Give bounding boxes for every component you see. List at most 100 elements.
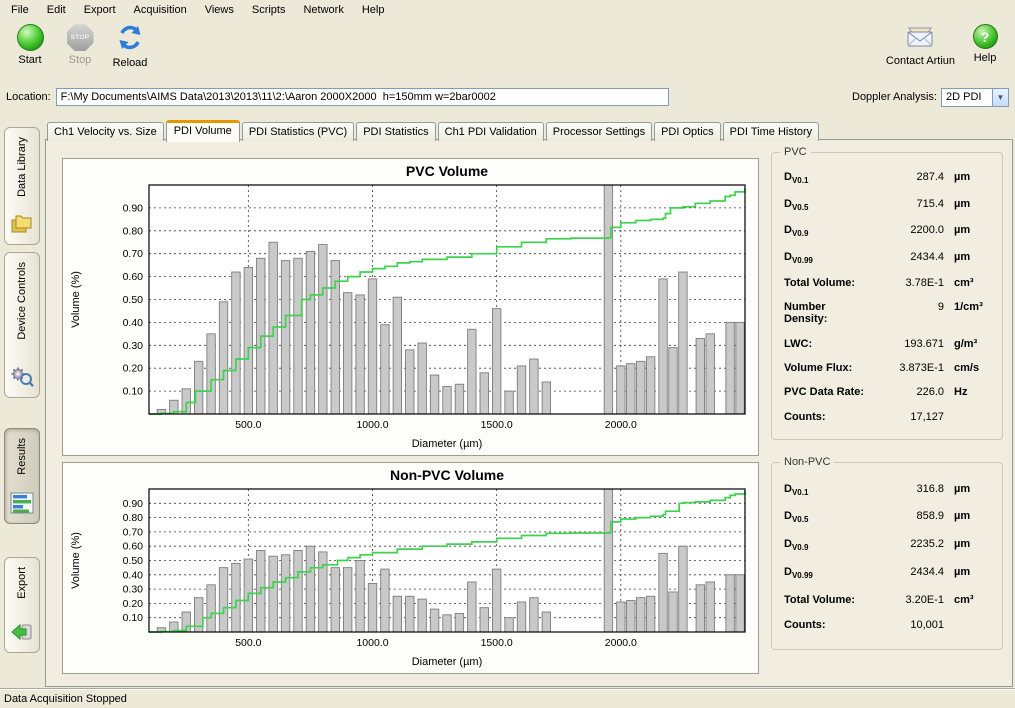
help-label: Help [974,52,997,64]
sidebar-item-device-controls[interactable]: Device Controls [4,252,40,398]
stat-row: DV0.5858.9µm [784,510,994,524]
stat-value: 3.78E-1 [872,277,944,289]
stat-unit: cm/s [944,362,994,374]
stat-row: Volume Flux:3.873E-1cm/s [784,362,994,374]
reload-icon [116,24,144,54]
stat-unit: µm [944,198,994,210]
tab-pdi-statistics[interactable]: PDI Statistics [356,122,435,141]
svg-text:Volume (%): Volume (%) [70,532,82,589]
svg-text:Volume (%): Volume (%) [70,271,82,328]
svg-text:1500.0: 1500.0 [481,419,513,431]
menu-item-help[interactable]: Help [353,2,394,18]
help-icon: ? [973,24,998,49]
stop-icon: STOP [67,24,94,51]
svg-text:0.90: 0.90 [123,202,144,214]
pvc-stats-rows: DV0.1287.4µmDV0.5715.4µmDV0.92200.0µmDV0… [772,153,1002,439]
chevron-down-icon[interactable]: ▼ [992,89,1008,106]
stat-label: DV0.5 [784,198,872,212]
contact-button[interactable]: Contact Artiun [886,24,955,67]
menu-item-edit[interactable]: Edit [38,2,75,18]
svg-text:0.30: 0.30 [123,340,144,352]
start-button[interactable]: Start [10,24,50,66]
svg-text:0.70: 0.70 [123,248,144,260]
svg-text:0.40: 0.40 [123,317,144,329]
tab-pdi-time-history[interactable]: PDI Time History [723,122,820,141]
menu-item-acquisition[interactable]: Acquisition [125,2,196,18]
stat-value: 858.9 [872,510,944,522]
menu-item-scripts[interactable]: Scripts [243,2,295,18]
menu-item-file[interactable]: File [2,2,38,18]
stat-unit: µm [944,566,994,578]
sidebar-item-label: Data Library [16,137,28,197]
stat-row: DV0.5715.4µm [784,198,994,212]
location-input[interactable] [56,88,669,106]
svg-text:2000.0: 2000.0 [605,637,637,649]
sidebar-item-label: Results [16,438,28,475]
stat-value: 2200.0 [872,224,944,236]
svg-text:0.20: 0.20 [123,598,144,610]
stat-row: DV0.992434.4µm [784,251,994,265]
reload-button[interactable]: Reload [110,24,150,69]
tab-processor-settings[interactable]: Processor Settings [546,122,652,141]
doppler-analysis-value: 2D PDI [942,91,992,103]
stat-row: DV0.992434.4µm [784,566,994,580]
stat-value: 2434.4 [872,251,944,263]
contact-label: Contact Artiun [886,55,955,67]
menu-item-network[interactable]: Network [294,2,352,18]
svg-text:0.70: 0.70 [123,526,144,538]
stat-unit: cm³ [944,594,994,606]
tab-pdi-volume[interactable]: PDI Volume [166,120,240,142]
tab-ch1-pdi-validation[interactable]: Ch1 PDI Validation [438,122,544,141]
sidebar-item-export[interactable]: Export [4,557,40,653]
stat-label: Number Density: [784,301,872,325]
stat-label: DV0.1 [784,483,872,497]
non-pvc-stats-groupbox: Non-PVC DV0.1316.8µmDV0.5858.9µmDV0.9223… [771,462,1003,650]
sidebar: Data Library Device Controls Results Export [0,112,44,688]
svg-text:1500.0: 1500.0 [481,637,513,649]
tab-pdi-optics[interactable]: PDI Optics [654,122,721,141]
stop-label: Stop [69,54,92,66]
stat-value: 3.873E-1 [872,362,944,374]
export-icon [10,621,34,646]
stat-value: 9 [872,301,944,313]
sidebar-item-data-library[interactable]: Data Library [4,127,40,245]
svg-text:2000.0: 2000.0 [605,419,637,431]
toolbar: Start STOP Stop Reload [0,20,1015,82]
stat-row: Total Volume:3.78E-1cm³ [784,277,994,289]
tab-ch1-velocity-vs-size[interactable]: Ch1 Velocity vs. Size [47,122,164,141]
doppler-analysis-select[interactable]: 2D PDI ▼ [941,88,1009,107]
reload-label: Reload [113,57,148,69]
stat-label: Total Volume: [784,594,872,606]
stat-label: Counts: [784,619,872,631]
sidebar-item-results[interactable]: Results [4,428,40,524]
stat-unit: µm [944,483,994,495]
pvc-volume-chart: 0.100.200.300.400.500.600.700.800.90500.… [63,159,758,455]
stat-unit: µm [944,538,994,550]
svg-text:0.90: 0.90 [123,498,144,510]
stat-row: LWC:193.671g/m³ [784,338,994,350]
stat-label: DV0.5 [784,510,872,524]
status-text: Data Acquisition Stopped [4,693,127,705]
stat-value: 287.4 [872,171,944,183]
stat-unit: µm [944,510,994,522]
stat-unit: g/m³ [944,338,994,350]
menu-item-export[interactable]: Export [75,2,125,18]
svg-text:0.20: 0.20 [123,363,144,375]
svg-text:500.0: 500.0 [235,637,261,649]
help-button[interactable]: ? Help [965,24,1005,64]
sidebar-item-label: Device Controls [16,262,28,340]
stop-button[interactable]: STOP Stop [60,24,100,66]
svg-text:0.10: 0.10 [123,612,144,624]
svg-text:0.30: 0.30 [123,584,144,596]
stat-value: 226.0 [872,386,944,398]
tab-page-pdi-volume: 0.100.200.300.400.500.600.700.800.90500.… [45,139,1013,687]
stat-unit: µm [944,224,994,236]
menu-item-views[interactable]: Views [196,2,243,18]
pvc-volume-chart-panel: 0.100.200.300.400.500.600.700.800.90500.… [62,158,759,456]
stat-label: Volume Flux: [784,362,872,374]
tab-pdi-statistics-pvc[interactable]: PDI Statistics (PVC) [242,122,354,141]
stat-unit: cm³ [944,277,994,289]
pvc-stats-title: PVC [780,146,811,158]
stat-value: 10,001 [872,619,944,631]
stat-row: Counts:10,001 [784,619,994,631]
